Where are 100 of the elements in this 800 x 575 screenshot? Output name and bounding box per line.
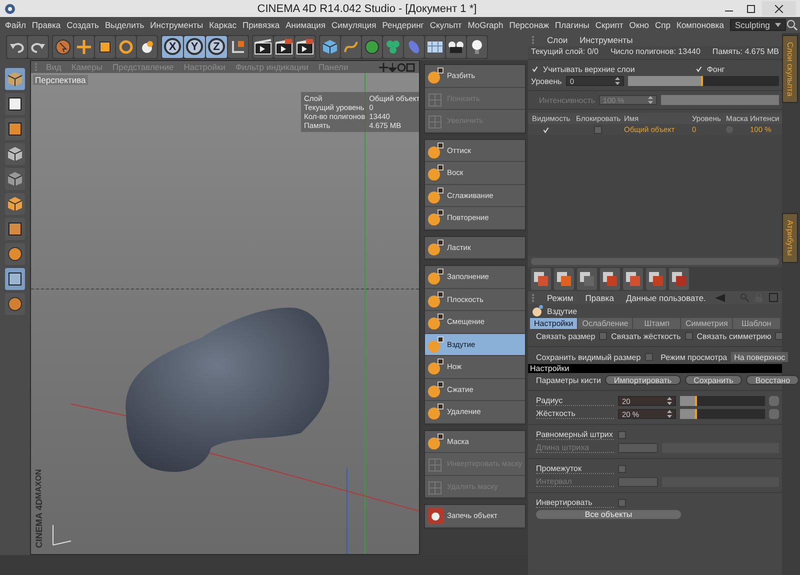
- level-slider[interactable]: [628, 76, 779, 86]
- select-tool-button[interactable]: [53, 36, 73, 58]
- checkbox[interactable]: [775, 332, 784, 340]
- floor-button[interactable]: [425, 36, 445, 58]
- panel-menu-item[interactable]: Правка: [582, 292, 617, 302]
- layer-action-button[interactable]: [669, 268, 689, 290]
- option-label: Связать симметрию: [696, 332, 772, 340]
- maximize-view-icon[interactable]: [406, 62, 415, 72]
- axis-toggle[interactable]: Y: [184, 36, 205, 58]
- side-tab[interactable]: Слои скульпта: [782, 35, 798, 104]
- panel-menu-item[interactable]: Данные пользовате.: [622, 292, 709, 302]
- recent-tool-button[interactable]: [137, 36, 157, 58]
- checkbox[interactable]: [644, 353, 653, 361]
- mode-button[interactable]: [5, 118, 25, 140]
- tab[interactable]: Шаблон: [732, 318, 780, 329]
- tab[interactable]: Ослабление: [578, 318, 632, 329]
- brush-sphere-icon: [531, 305, 543, 317]
- menu-item[interactable]: Анимация: [282, 20, 329, 30]
- layer-action-button[interactable]: [577, 268, 597, 290]
- coordinate-system-button[interactable]: [228, 36, 248, 58]
- menu-item[interactable]: Окно: [626, 20, 652, 30]
- side-tab[interactable]: Атрибуты: [782, 213, 798, 263]
- sphere-icon: [139, 38, 155, 54]
- option-label: Фонг: [706, 64, 725, 74]
- menu-item[interactable]: Привязка: [239, 20, 283, 30]
- menu-item[interactable]: Инструменты: [147, 20, 206, 30]
- tab[interactable]: Настройки: [530, 318, 578, 329]
- preset-button[interactable]: Восстано: [746, 375, 800, 385]
- menu-item[interactable]: Плагины: [552, 20, 592, 30]
- menu-item[interactable]: Рендеринг: [379, 20, 427, 30]
- scale-icon: [97, 38, 113, 54]
- close-button[interactable]: [762, 1, 796, 16]
- layer-action-button[interactable]: [600, 268, 620, 290]
- undo-button[interactable]: [7, 36, 27, 58]
- tab[interactable]: Штамп: [633, 318, 680, 329]
- spline-button[interactable]: [341, 36, 361, 58]
- rotate-tool-button[interactable]: [116, 36, 136, 58]
- redo-button[interactable]: [28, 36, 48, 58]
- mode-button[interactable]: [5, 93, 25, 115]
- menu-item[interactable]: Правка: [28, 20, 64, 30]
- caret-icon: [775, 23, 781, 27]
- panel-menu-item[interactable]: Режим: [544, 292, 576, 302]
- option-label: Связать размер: [536, 332, 596, 340]
- panel-menu-item[interactable]: Инструменты: [576, 34, 636, 44]
- grid-plane-icon: [426, 40, 444, 54]
- move-view-icon[interactable]: [379, 62, 388, 72]
- cube-icon: [7, 71, 23, 87]
- menu-item[interactable]: Скрипт: [592, 20, 626, 30]
- menu-item[interactable]: Симуляция: [328, 20, 380, 30]
- slider-track[interactable]: [680, 409, 765, 419]
- down-arrow-icon[interactable]: [388, 62, 397, 72]
- menu-item[interactable]: Каркас: [206, 20, 240, 30]
- axis-toggle[interactable]: X: [162, 36, 183, 58]
- panel-menu-item[interactable]: Слои: [544, 34, 571, 44]
- preset-button[interactable]: Импортировать: [604, 375, 681, 385]
- generator-button[interactable]: [362, 36, 382, 58]
- rotate-view-icon[interactable]: [397, 62, 406, 72]
- preset-button[interactable]: Сохранить: [684, 375, 742, 385]
- mode-button[interactable]: [5, 268, 25, 290]
- mode-button[interactable]: [5, 143, 25, 165]
- checkbox[interactable]: [594, 126, 602, 134]
- mode-button[interactable]: [5, 218, 25, 240]
- camera-label: Перспектива: [33, 75, 88, 85]
- render-settings-button[interactable]: [295, 36, 315, 58]
- axis-toggle[interactable]: Z: [206, 36, 227, 58]
- menu-item[interactable]: Спр: [652, 20, 674, 30]
- layout-dropdown[interactable]: Sculpting: [730, 19, 786, 31]
- move-tool-button[interactable]: [74, 36, 94, 58]
- menu-item[interactable]: Выделить: [102, 20, 148, 30]
- cube-button[interactable]: [320, 36, 340, 58]
- layer-action-button[interactable]: [531, 268, 551, 290]
- layer-icon: [533, 271, 549, 287]
- layer-action-button[interactable]: [623, 268, 643, 290]
- menu-item[interactable]: Компоновка: [674, 20, 727, 30]
- view-mode-dropdown[interactable]: На поверхнос: [731, 352, 788, 362]
- apply-button[interactable]: Все объекты: [536, 510, 681, 519]
- layer-action-button[interactable]: [554, 268, 574, 290]
- menu-item[interactable]: Создать: [64, 20, 102, 30]
- slider-track[interactable]: [680, 396, 765, 406]
- cloner-button[interactable]: [383, 36, 403, 58]
- layer-action-button[interactable]: [646, 268, 666, 290]
- menu-item[interactable]: Файл: [2, 20, 29, 30]
- checkbox[interactable]: [618, 465, 626, 473]
- checkbox[interactable]: [618, 499, 626, 507]
- scale-tool-button[interactable]: [95, 36, 115, 58]
- light-button[interactable]: [467, 36, 487, 58]
- brush-sphere-icon: [427, 209, 444, 226]
- checkbox[interactable]: [599, 332, 608, 340]
- tab[interactable]: Симметрия: [681, 318, 732, 329]
- menu-item[interactable]: MoGraph: [464, 20, 506, 30]
- clapperboard-icon: [254, 38, 272, 54]
- menu-item[interactable]: Скульпт: [426, 20, 465, 30]
- app-logo-icon: [4, 2, 16, 14]
- render-view-button[interactable]: [253, 36, 273, 58]
- camera-button[interactable]: [446, 36, 466, 58]
- mode-button[interactable]: [5, 193, 25, 215]
- checkbox[interactable]: [684, 332, 693, 340]
- menu-item[interactable]: Персонаж: [506, 20, 552, 30]
- render-button[interactable]: [274, 36, 294, 58]
- checkbox[interactable]: [618, 431, 626, 439]
